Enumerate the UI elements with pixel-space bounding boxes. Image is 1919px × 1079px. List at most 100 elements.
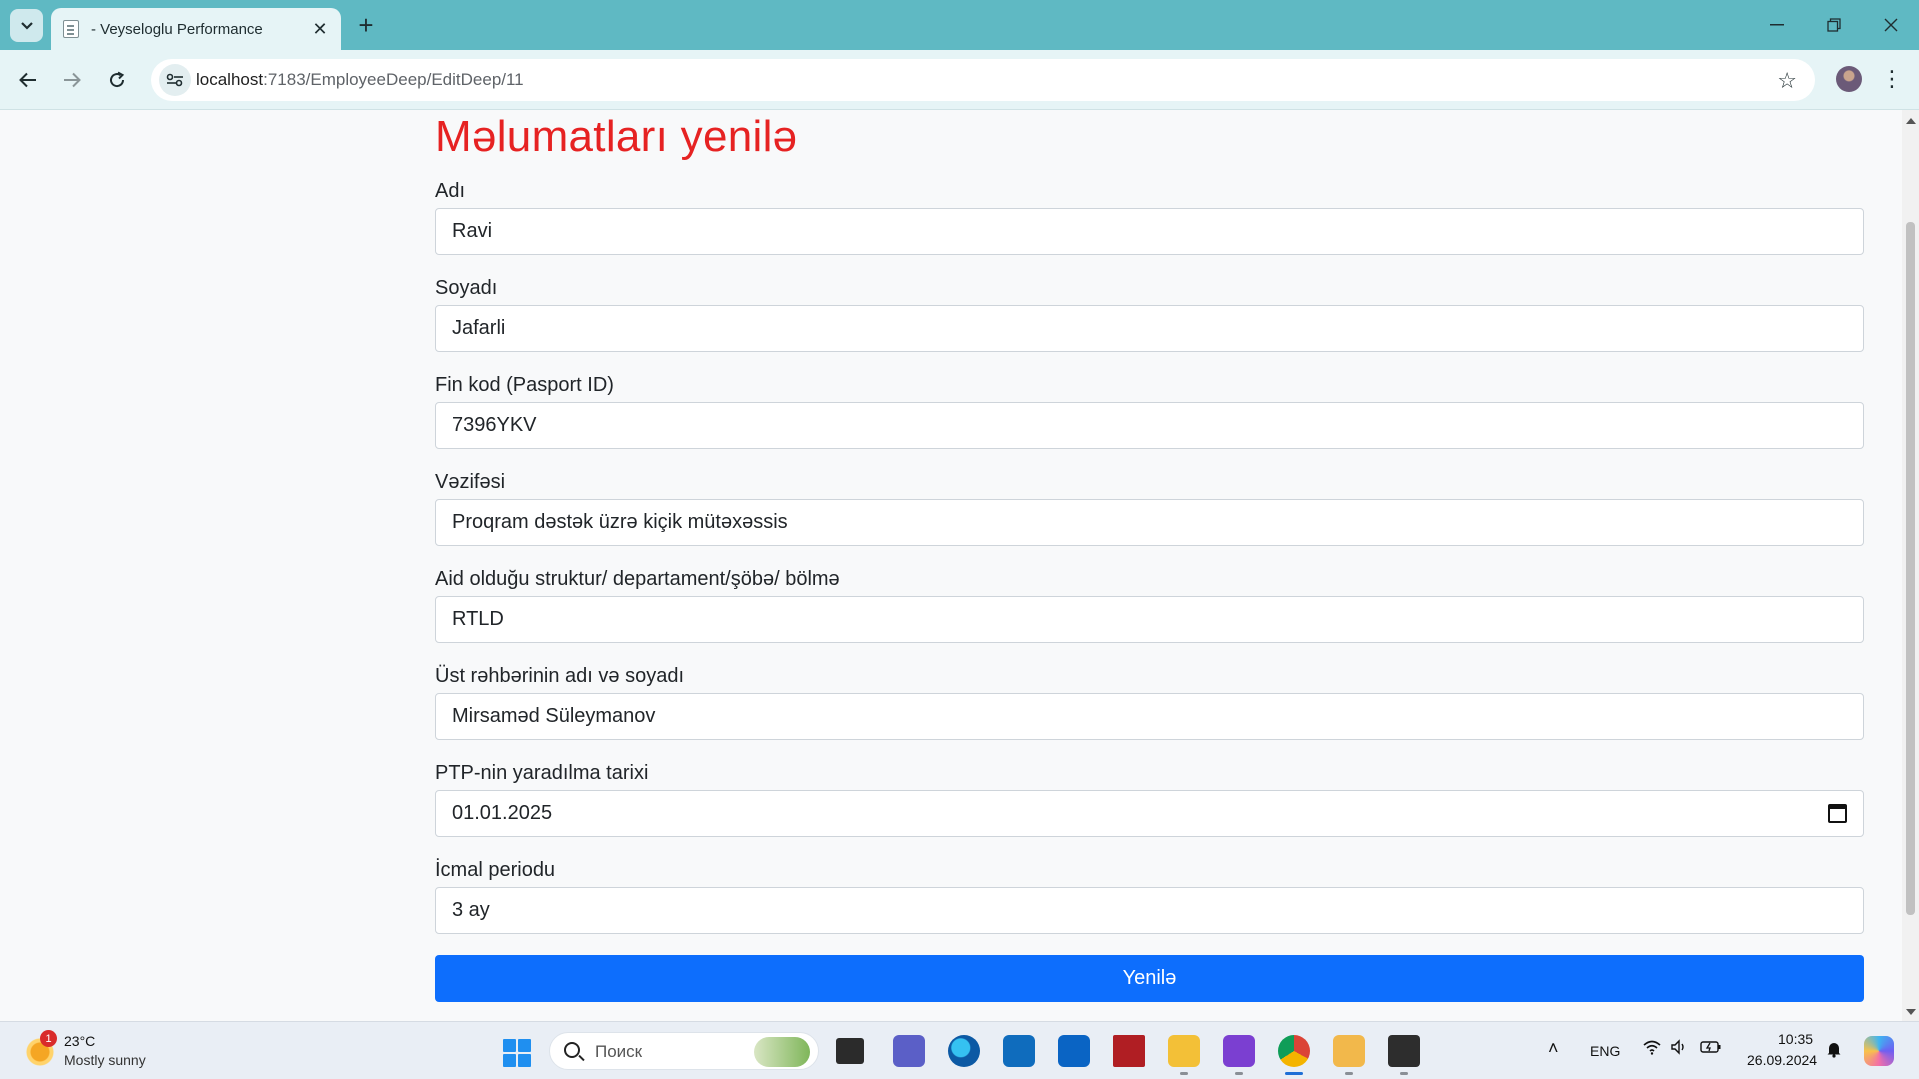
- back-button[interactable]: [12, 64, 44, 96]
- search-highlight-art-icon: [754, 1037, 810, 1067]
- page-title: Məlumatları yenilə: [435, 112, 798, 161]
- chevron-down-icon: [20, 21, 33, 30]
- forward-button[interactable]: [56, 64, 88, 96]
- battery-icon[interactable]: [1700, 1040, 1722, 1058]
- copilot-icon[interactable]: [1864, 1036, 1894, 1066]
- url-path: :7183/EmployeeDeep/EditDeep/11: [263, 70, 524, 89]
- profile-avatar[interactable]: [1836, 66, 1862, 92]
- taskbar-active-indicator: [1285, 1072, 1303, 1075]
- fin-code-label: Fin kod (Pasport ID): [435, 374, 614, 396]
- sql-server-icon[interactable]: [1113, 1035, 1145, 1067]
- mail-icon[interactable]: [1058, 1035, 1090, 1067]
- scroll-thumb[interactable]: [1906, 222, 1915, 915]
- restore-icon: [1827, 18, 1841, 32]
- volume-icon[interactable]: [1670, 1039, 1688, 1059]
- new-tab-button[interactable]: +: [352, 10, 380, 40]
- reload-icon: [110, 71, 125, 88]
- position-value: Proqram dəstək üzrə kiçik mütəxəssis: [452, 511, 788, 533]
- weather-temperature[interactable]: 23°C: [64, 1033, 95, 1049]
- scroll-up-icon[interactable]: [1906, 118, 1916, 124]
- ptp-date-value: 01.01.2025: [452, 802, 553, 824]
- fin-code-value: 7396YKV: [452, 414, 537, 436]
- manager-name-label: Üst rəhbərinin adı və soyadı: [435, 665, 685, 687]
- minimize-icon: [1770, 24, 1784, 26]
- taskbar-running-indicator: [1345, 1072, 1353, 1075]
- page-scrollbar[interactable]: [1902, 110, 1919, 1021]
- notification-bell-icon[interactable]: [1826, 1040, 1842, 1062]
- browser-toolbar: localhost:7183/EmployeeDeep/EditDeep/11 …: [0, 50, 1919, 110]
- tab-search-button[interactable]: [10, 9, 43, 42]
- browser-tab-active[interactable]: - Veyseloglu Performance ✕: [51, 8, 341, 50]
- restore-window-button[interactable]: [1811, 8, 1857, 42]
- arrow-left-icon: [19, 72, 36, 88]
- clock-time[interactable]: 10:35: [1778, 1031, 1813, 1047]
- review-period-value: 3 ay: [452, 899, 490, 921]
- browser-menu-icon[interactable]: ⋮: [1880, 64, 1904, 94]
- site-info-button[interactable]: [159, 64, 191, 96]
- taskbar-search[interactable]: Поиск: [549, 1032, 819, 1070]
- browser-tab-strip: - Veyseloglu Performance ✕ +: [0, 0, 1919, 50]
- bookmark-star-icon[interactable]: ☆: [1777, 68, 1797, 94]
- manager-name-input[interactable]: Mirsaməd Süleymanov: [435, 693, 1864, 740]
- manager-name-value: Mirsaməd Süleymanov: [452, 705, 656, 727]
- first-name-value: Ravi: [452, 220, 493, 242]
- last-name-input[interactable]: Jafarli: [435, 305, 1864, 352]
- url-host: localhost: [196, 70, 264, 89]
- bell-glyph: [1827, 1043, 1841, 1058]
- scroll-down-icon[interactable]: [1906, 1009, 1916, 1015]
- close-tab-icon[interactable]: ✕: [309, 18, 331, 40]
- chrome-icon[interactable]: [1278, 1035, 1310, 1067]
- review-period-label: İcmal periodu: [435, 859, 556, 881]
- wifi-icon[interactable]: [1642, 1039, 1662, 1059]
- last-name-label: Soyadı: [435, 277, 498, 299]
- terminal-icon[interactable]: [1388, 1035, 1420, 1067]
- visual-studio-icon[interactable]: [1223, 1035, 1255, 1067]
- page-favicon-icon: [63, 20, 79, 38]
- search-icon: [564, 1042, 580, 1058]
- wifi-glyph: [1643, 1040, 1661, 1055]
- task-view-icon[interactable]: [836, 1038, 864, 1064]
- first-name-label: Adı: [435, 180, 466, 202]
- taskbar-running-indicator: [1180, 1072, 1188, 1075]
- update-button[interactable]: Yenilə: [435, 955, 1864, 1002]
- weather-badge: 1: [40, 1030, 57, 1047]
- ptp-date-label: PTP-nin yaradılma tarixi: [435, 762, 649, 784]
- taskbar-search-placeholder: Поиск: [595, 1042, 643, 1061]
- url-text[interactable]: localhost:7183/EmployeeDeep/EditDeep/11: [196, 70, 524, 90]
- minimize-window-button[interactable]: [1754, 8, 1800, 42]
- windows-taskbar: 1 23°C Mostly sunny Поиск ˄ ENG 10:35 26…: [0, 1021, 1919, 1079]
- taskbar-running-indicator: [1400, 1072, 1408, 1075]
- calendar-icon[interactable]: [1828, 804, 1847, 823]
- input-language[interactable]: ENG: [1590, 1043, 1620, 1059]
- clock-date[interactable]: 26.09.2024: [1747, 1052, 1817, 1068]
- close-window-button[interactable]: [1868, 8, 1914, 42]
- position-label: Vəzifəsi: [435, 471, 506, 493]
- department-label: Aid olduğu struktur/ departament/şöbə/ b…: [435, 568, 840, 590]
- fin-code-input[interactable]: 7396YKV: [435, 402, 1864, 449]
- address-bar[interactable]: localhost:7183/EmployeeDeep/EditDeep/11 …: [151, 59, 1815, 101]
- reload-button[interactable]: [101, 64, 133, 96]
- department-value: RTLD: [452, 608, 504, 630]
- first-name-input[interactable]: Ravi: [435, 208, 1864, 255]
- chevron-up-icon[interactable]: ˄: [1548, 1038, 1559, 1059]
- close-icon: [1884, 18, 1898, 32]
- position-input[interactable]: Proqram dəstək üzrə kiçik mütəxəssis: [435, 499, 1864, 546]
- page-viewport: Məlumatları yenilə Adı Ravi Soyadı Jafar…: [0, 110, 1902, 1021]
- file-explorer-icon[interactable]: [1168, 1035, 1200, 1067]
- last-name-value: Jafarli: [452, 317, 506, 339]
- battery-glyph: [1700, 1041, 1721, 1053]
- weather-description[interactable]: Mostly sunny: [64, 1052, 146, 1068]
- tune-icon: [166, 73, 183, 87]
- ptp-date-input[interactable]: 01.01.2025: [435, 790, 1864, 837]
- tab-title: - Veyseloglu Performance: [91, 21, 263, 38]
- department-input[interactable]: RTLD: [435, 596, 1864, 643]
- taskbar-running-indicator: [1235, 1072, 1243, 1075]
- teams-icon[interactable]: [893, 1035, 925, 1067]
- start-button[interactable]: [503, 1039, 531, 1067]
- edge-icon[interactable]: [948, 1035, 980, 1067]
- paint-tools-icon[interactable]: [1333, 1035, 1365, 1067]
- arrow-right-icon: [64, 72, 81, 88]
- volume-glyph: [1671, 1039, 1684, 1055]
- review-period-input[interactable]: 3 ay: [435, 887, 1864, 934]
- microsoft-store-icon[interactable]: [1003, 1035, 1035, 1067]
